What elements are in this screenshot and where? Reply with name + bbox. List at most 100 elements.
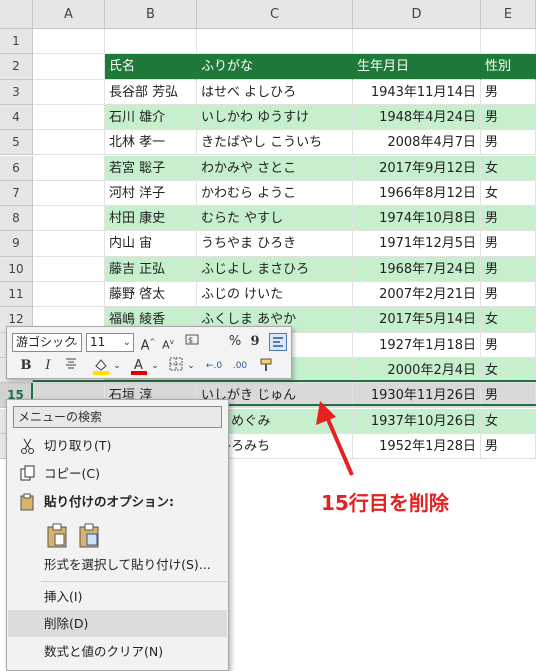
wrap-format-icon[interactable]: [269, 333, 287, 351]
select-all-corner[interactable]: [0, 0, 33, 29]
table-cell[interactable]: きたばやし こういち: [197, 130, 353, 156]
increase-decimal-icon[interactable]: .00: [229, 356, 251, 376]
table-cell[interactable]: うちやま ひろき: [197, 231, 353, 257]
table-cell[interactable]: 男: [481, 79, 536, 105]
table-cell[interactable]: 2007年2月21日: [353, 282, 481, 308]
row-header[interactable]: 2: [0, 54, 33, 80]
empty-cell[interactable]: [33, 29, 105, 55]
table-cell[interactable]: 村田 康史: [105, 206, 197, 232]
font-size-dropdown[interactable]: 11 ⌄: [86, 333, 134, 352]
percent-button[interactable]: %: [227, 332, 243, 352]
row-header[interactable]: 11: [0, 282, 33, 308]
table-cell[interactable]: 男: [481, 206, 536, 232]
row-header[interactable]: 10: [0, 256, 33, 282]
table-cell[interactable]: はせべ よしひろ: [197, 79, 353, 105]
font-color-icon[interactable]: A: [129, 356, 149, 376]
menu-search-input[interactable]: メニューの検索: [13, 406, 222, 428]
table-cell[interactable]: かわむら ようこ: [197, 180, 353, 207]
decrease-decimal-icon[interactable]: ←.0: [203, 356, 225, 376]
menu-item-cut[interactable]: 切り取り(T): [8, 432, 227, 459]
empty-cell[interactable]: [33, 104, 105, 131]
menu-item-clear[interactable]: 数式と値のクリア(N): [8, 638, 227, 665]
column-header-e[interactable]: E: [481, 0, 536, 29]
table-cell[interactable]: 1927年1月18日: [353, 332, 481, 358]
table-cell[interactable]: 長谷部 芳弘: [105, 79, 197, 105]
empty-cell[interactable]: [33, 155, 105, 181]
empty-cell[interactable]: [33, 231, 105, 257]
fill-color-icon[interactable]: [91, 356, 111, 376]
table-cell[interactable]: 男: [481, 282, 536, 308]
bold-button[interactable]: B: [19, 356, 33, 376]
table-cell[interactable]: 1966年8月12日: [353, 180, 481, 207]
row-header[interactable]: 7: [0, 180, 33, 207]
table-cell[interactable]: 1948年4月24日: [353, 104, 481, 131]
table-cell[interactable]: むらた やすし: [197, 206, 353, 232]
column-header-a[interactable]: A: [33, 0, 105, 29]
column-header-b[interactable]: B: [105, 0, 197, 29]
row-header[interactable]: 1: [0, 29, 33, 55]
table-cell[interactable]: 男: [481, 256, 536, 282]
table-cell[interactable]: 男: [481, 433, 536, 460]
format-painter-icon[interactable]: [257, 356, 277, 376]
table-cell[interactable]: 藤野 啓太: [105, 282, 197, 308]
comma-style-button[interactable]: 9: [249, 332, 261, 352]
empty-cell[interactable]: [33, 282, 105, 308]
decrease-font-icon[interactable]: Av: [160, 332, 176, 352]
empty-cell[interactable]: [353, 29, 481, 55]
row-header[interactable]: 8: [0, 206, 33, 232]
table-cell[interactable]: 2017年5月14日: [353, 307, 481, 333]
menu-item-insert[interactable]: 挿入(I): [8, 583, 227, 610]
row-header[interactable]: 5: [0, 130, 33, 156]
table-cell[interactable]: 女: [481, 408, 536, 434]
empty-cell[interactable]: [105, 29, 197, 55]
row-header[interactable]: 4: [0, 104, 33, 131]
table-cell[interactable]: 1968年7月24日: [353, 256, 481, 282]
empty-cell[interactable]: [481, 29, 536, 55]
table-cell[interactable]: 2008年4月7日: [353, 130, 481, 156]
table-cell[interactable]: 男: [481, 231, 536, 257]
table-cell[interactable]: 石川 雄介: [105, 104, 197, 131]
table-cell[interactable]: 女: [481, 180, 536, 207]
increase-font-icon[interactable]: A^: [140, 332, 156, 353]
table-cell[interactable]: 1943年11月14日: [353, 79, 481, 105]
row-header[interactable]: 3: [0, 79, 33, 105]
table-cell[interactable]: 河村 洋子: [105, 180, 197, 207]
table-cell[interactable]: 1971年12月5日: [353, 231, 481, 257]
table-cell[interactable]: 男: [481, 332, 536, 358]
table-header-cell[interactable]: 氏名: [105, 54, 197, 80]
chevron-down-icon[interactable]: ⌄: [187, 356, 195, 376]
chevron-down-icon[interactable]: ⌄: [151, 356, 159, 376]
table-cell[interactable]: 北林 孝一: [105, 130, 197, 156]
empty-cell[interactable]: [197, 29, 353, 55]
paste-icon[interactable]: [45, 522, 71, 550]
empty-cell[interactable]: [33, 79, 105, 105]
column-header-d[interactable]: D: [353, 0, 481, 29]
paste-values-icon[interactable]: [77, 522, 103, 550]
empty-cell[interactable]: [33, 54, 105, 80]
chevron-down-icon[interactable]: ⌄: [113, 356, 121, 376]
table-header-cell[interactable]: ふりがな: [197, 54, 353, 80]
table-cell[interactable]: いしかわ ゆうすけ: [197, 104, 353, 131]
empty-cell[interactable]: [33, 180, 105, 207]
row-header[interactable]: 6: [0, 155, 33, 181]
font-name-dropdown[interactable]: 游ゴシック ⌄: [12, 333, 82, 352]
table-header-cell[interactable]: 性別: [481, 54, 536, 80]
table-cell[interactable]: 若宮 聡子: [105, 155, 197, 181]
table-cell[interactable]: 男: [481, 104, 536, 131]
column-header-c[interactable]: C: [197, 0, 353, 29]
table-header-cell[interactable]: 生年月日: [353, 54, 481, 80]
table-cell[interactable]: 女: [481, 307, 536, 333]
italic-button[interactable]: I: [41, 356, 55, 376]
table-cell[interactable]: 1974年10月8日: [353, 206, 481, 232]
menu-item-copy[interactable]: コピー(C): [8, 460, 227, 487]
borders-icon[interactable]: [167, 356, 185, 376]
table-cell[interactable]: ふじの けいた: [197, 282, 353, 308]
align-center-icon[interactable]: [63, 356, 79, 376]
table-cell[interactable]: 2017年9月12日: [353, 155, 481, 181]
number-format-icon[interactable]: $: [183, 332, 205, 352]
empty-cell[interactable]: [33, 206, 105, 232]
table-cell[interactable]: 女: [481, 155, 536, 181]
row-header[interactable]: 9: [0, 231, 33, 257]
empty-cell[interactable]: [33, 130, 105, 156]
table-cell[interactable]: 内山 宙: [105, 231, 197, 257]
